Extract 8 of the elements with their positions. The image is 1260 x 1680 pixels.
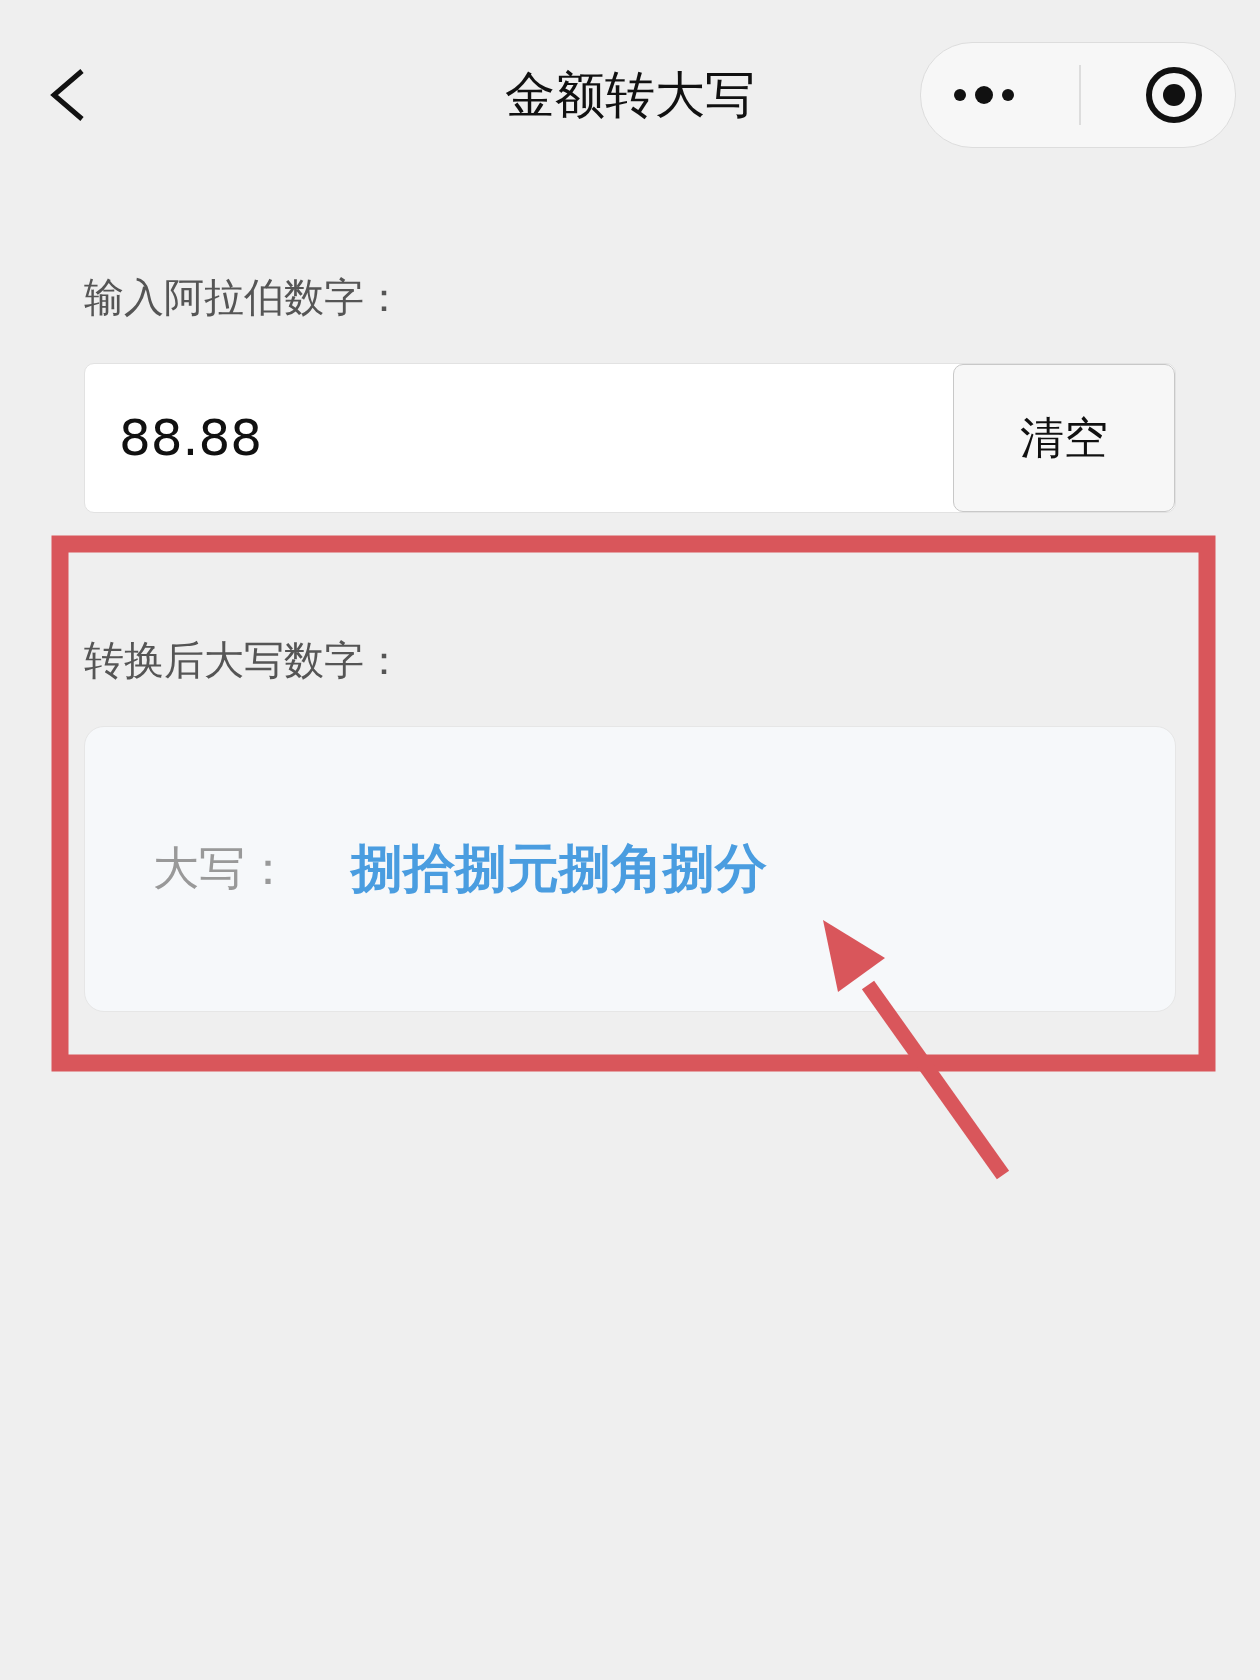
input-label: 输入阿拉伯数字： (84, 273, 405, 322)
clear-button[interactable]: 清空 (953, 364, 1175, 512)
result-label: 大写： (153, 840, 291, 897)
result-heading: 转换后大写数字： (84, 636, 405, 685)
more-icon[interactable] (952, 85, 1017, 105)
number-input-field[interactable]: 88.88 清空 (84, 363, 1176, 513)
page-title: 金额转大写 (504, 64, 756, 126)
result-value: 捌拾捌元捌角捌分 (351, 837, 767, 900)
